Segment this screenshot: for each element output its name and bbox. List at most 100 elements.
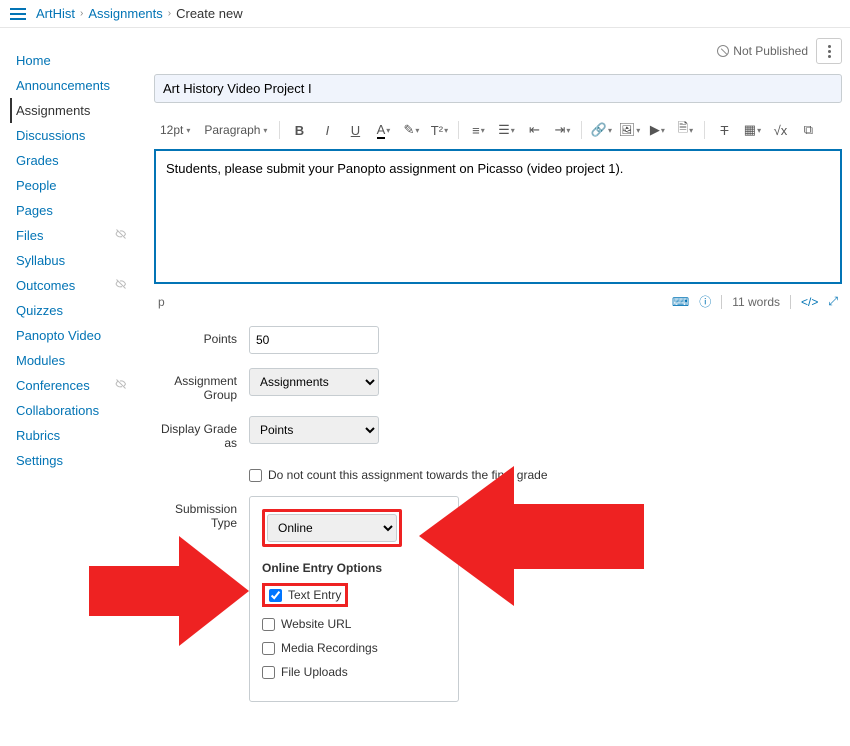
breadcrumb-current: Create new [176, 6, 242, 21]
breadcrumb-section[interactable]: Assignments [88, 6, 162, 21]
more-options-button[interactable] [816, 38, 842, 64]
unpublished-icon [717, 45, 729, 57]
embed-button[interactable]: ⧉ [797, 119, 819, 141]
points-input[interactable] [249, 326, 379, 354]
text-entry-label: Text Entry [288, 588, 341, 602]
sidebar-item-pages[interactable]: Pages [12, 198, 134, 223]
display-grade-select[interactable]: Points [249, 416, 379, 444]
omit-from-final-checkbox[interactable] [249, 469, 262, 482]
image-button[interactable]: 🖼▾ [618, 119, 640, 141]
sidebar-item-modules[interactable]: Modules [12, 348, 134, 373]
publish-status-label: Not Published [733, 44, 808, 58]
align-button[interactable]: ≡▾ [467, 119, 489, 141]
sidebar-item-discussions[interactable]: Discussions [12, 123, 134, 148]
chevron-down-icon: ▾ [636, 126, 640, 135]
sidebar-item-outcomes[interactable]: Outcomes [12, 273, 134, 298]
chevron-down-icon: ▾ [263, 126, 267, 135]
text-entry-checkbox[interactable] [269, 589, 282, 602]
document-icon: 🗎 [678, 119, 688, 141]
hidden-eye-icon [114, 278, 128, 293]
clear-format-button[interactable]: T [713, 119, 735, 141]
font-size-select[interactable]: 12pt▾ [156, 121, 194, 139]
annotation-highlight-box: Online [262, 509, 402, 547]
sidebar-item-label: Announcements [16, 78, 110, 93]
chevron-down-icon: ▾ [444, 126, 448, 135]
submission-type-select[interactable]: Online [267, 514, 397, 542]
sidebar-item-label: Outcomes [16, 278, 75, 293]
chevron-down-icon: ▾ [511, 126, 515, 135]
kebab-icon [828, 45, 831, 58]
sidebar-item-collaborations[interactable]: Collaborations [12, 398, 134, 423]
chevron-down-icon: ▾ [608, 126, 612, 135]
annotation-arrow-icon [419, 466, 644, 606]
sidebar-item-assignments[interactable]: Assignments [10, 98, 134, 123]
editor-path: p [158, 295, 165, 309]
sidebar-item-conferences[interactable]: Conferences [12, 373, 134, 398]
sidebar-item-label: Settings [16, 453, 63, 468]
document-button[interactable]: 🗎▾ [674, 119, 696, 141]
accessibility-icon[interactable]: ⓘ [699, 293, 711, 310]
website-url-label: Website URL [281, 617, 351, 631]
html-view-button[interactable]: </> [801, 295, 818, 309]
table-icon: ▦ [744, 122, 756, 138]
superscript-button[interactable]: T²▾ [428, 119, 450, 141]
bullet-list-button[interactable]: ☰▾ [495, 119, 517, 141]
keyboard-icon[interactable]: ⌨ [672, 295, 689, 309]
hidden-eye-icon [114, 228, 128, 243]
file-uploads-checkbox[interactable] [262, 666, 275, 679]
align-icon: ≡ [472, 123, 480, 138]
chevron-down-icon: ▾ [415, 126, 419, 135]
equation-button[interactable]: √x [769, 119, 791, 141]
sidebar-item-quizzes[interactable]: Quizzes [12, 298, 134, 323]
highlight-button[interactable]: ✎▾ [400, 119, 422, 141]
equation-icon: √x [774, 123, 788, 138]
sidebar-item-files[interactable]: Files [12, 223, 134, 248]
sidebar-item-settings[interactable]: Settings [12, 448, 134, 473]
assignment-body-editor[interactable]: Students, please submit your Panopto ass… [154, 149, 842, 284]
chevron-down-icon: ▾ [566, 126, 570, 135]
text-color-button[interactable]: A▾ [372, 119, 394, 141]
sidebar-item-announcements[interactable]: Announcements [12, 73, 134, 98]
chevron-right-icon: › [168, 8, 171, 19]
image-icon: 🖼 [619, 122, 636, 138]
sidebar-item-label: Pages [16, 203, 53, 218]
chevron-down-icon: ▾ [689, 126, 693, 135]
sidebar-item-label: Files [16, 228, 43, 243]
bold-button[interactable]: B [288, 119, 310, 141]
sidebar-item-label: People [16, 178, 56, 193]
outdent-button[interactable]: ⇤ [523, 119, 545, 141]
hamburger-menu-icon[interactable] [10, 8, 26, 20]
sidebar-item-people[interactable]: People [12, 173, 134, 198]
sidebar-item-grades[interactable]: Grades [12, 148, 134, 173]
media-button[interactable]: ▶▾ [646, 119, 668, 141]
sidebar-item-label: Syllabus [16, 253, 65, 268]
italic-button[interactable]: I [316, 119, 338, 141]
link-button[interactable]: 🔗▾ [590, 119, 612, 141]
block-format-select[interactable]: Paragraph▾ [200, 121, 271, 139]
sidebar-item-label: Home [16, 53, 51, 68]
assignment-group-select[interactable]: Assignments [249, 368, 379, 396]
sidebar-item-label: Modules [16, 353, 65, 368]
assignment-title-input[interactable] [154, 74, 842, 103]
underline-button[interactable]: U [344, 119, 366, 141]
chevron-down-icon: ▾ [757, 126, 761, 135]
sidebar-item-rubrics[interactable]: Rubrics [12, 423, 134, 448]
bold-icon: B [295, 123, 304, 138]
fullscreen-button[interactable]: ⤢ [828, 294, 838, 309]
submission-type-label: Submission Type [154, 496, 249, 530]
hidden-eye-icon [114, 378, 128, 393]
chevron-right-icon: › [80, 8, 83, 19]
superscript-icon: T² [431, 123, 443, 138]
breadcrumb-course[interactable]: ArtHist [36, 6, 75, 21]
table-button[interactable]: ▦▾ [741, 119, 763, 141]
italic-icon: I [326, 123, 330, 138]
indent-button[interactable]: ⇥▾ [551, 119, 573, 141]
assignment-group-label: Assignment Group [154, 368, 249, 402]
website-url-checkbox[interactable] [262, 618, 275, 631]
sidebar-item-syllabus[interactable]: Syllabus [12, 248, 134, 273]
sidebar-item-panopto-video[interactable]: Panopto Video [12, 323, 134, 348]
sidebar-item-home[interactable]: Home [12, 48, 134, 73]
clear-format-icon: T [720, 123, 728, 138]
underline-icon: U [351, 123, 360, 138]
list-icon: ☰ [498, 122, 510, 138]
